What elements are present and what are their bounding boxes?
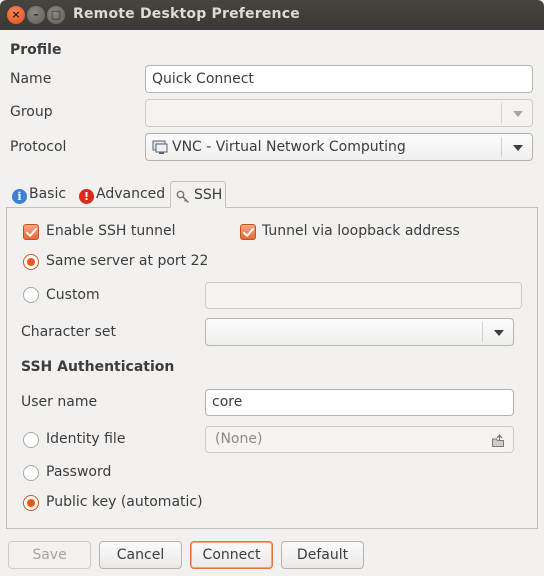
profile-heading: Profile xyxy=(10,42,62,58)
tunnel-loopback-checkbox[interactable] xyxy=(240,224,256,240)
chevron-down-icon xyxy=(513,145,523,151)
group-label: Group xyxy=(10,104,53,120)
protocol-combo-value: VNC - Virtual Network Computing xyxy=(172,139,406,155)
user-name-label: User name xyxy=(21,394,98,410)
character-set-combo[interactable] xyxy=(205,318,514,346)
cancel-button[interactable]: Cancel xyxy=(99,541,182,569)
public-key-label[interactable]: Public key (automatic) xyxy=(46,494,203,510)
ssh-authentication-heading: SSH Authentication xyxy=(21,359,175,375)
tab-basic-label: Basic xyxy=(29,186,67,202)
password-label[interactable]: Password xyxy=(46,464,111,480)
tab-advanced[interactable]: ! Advanced xyxy=(77,181,169,208)
custom-server-radio[interactable] xyxy=(23,287,39,303)
minimize-window-button[interactable]: – xyxy=(27,6,45,24)
enable-ssh-tunnel-label[interactable]: Enable SSH tunnel xyxy=(46,223,176,239)
tab-basic[interactable]: i Basic xyxy=(10,181,70,208)
group-combo-separator xyxy=(501,103,502,123)
close-window-button[interactable]: × xyxy=(7,6,25,24)
protocol-combo-separator xyxy=(501,137,502,157)
protocol-label: Protocol xyxy=(10,139,67,155)
character-set-separator xyxy=(482,322,483,342)
password-radio[interactable] xyxy=(23,465,39,481)
tab-ssh[interactable]: SSH xyxy=(170,181,226,208)
identity-file-label[interactable]: Identity file xyxy=(46,431,125,447)
checkmark-icon xyxy=(26,228,37,237)
window-title: Remote Desktop Preference xyxy=(73,6,300,22)
public-key-radio[interactable] xyxy=(23,495,39,511)
custom-server-input[interactable] xyxy=(205,282,522,309)
tab-ssh-label: SSH xyxy=(194,187,223,203)
identity-file-chooser[interactable]: (None) xyxy=(205,426,514,453)
name-input[interactable]: Quick Connect xyxy=(145,65,533,93)
enable-ssh-tunnel-checkbox[interactable] xyxy=(23,224,39,240)
name-label: Name xyxy=(10,71,52,87)
info-icon: i xyxy=(12,189,27,204)
group-combo[interactable] xyxy=(145,99,533,127)
monitor-icon xyxy=(152,140,168,159)
default-button[interactable]: Default xyxy=(281,541,364,569)
protocol-combo[interactable]: VNC - Virtual Network Computing xyxy=(145,133,533,161)
title-bar[interactable]: × – ▢ Remote Desktop Preference xyxy=(0,0,544,30)
chevron-down-icon xyxy=(513,111,523,117)
identity-file-value: (None) xyxy=(215,431,263,447)
checkmark-icon xyxy=(243,228,254,237)
remote-desktop-preference-window: × – ▢ Remote Desktop Preference Profile … xyxy=(0,0,544,576)
file-open-icon xyxy=(491,432,507,457)
tunnel-loopback-label[interactable]: Tunnel via loopback address xyxy=(262,223,460,239)
maximize-window-button[interactable]: ▢ xyxy=(47,6,65,24)
key-icon xyxy=(176,187,190,213)
chevron-down-icon xyxy=(494,330,504,336)
same-server-label[interactable]: Same server at port 22 xyxy=(46,253,208,269)
character-set-label: Character set xyxy=(21,324,116,340)
identity-file-radio[interactable] xyxy=(23,432,39,448)
same-server-radio[interactable] xyxy=(23,254,39,270)
custom-server-label[interactable]: Custom xyxy=(46,287,100,303)
connect-button[interactable]: Connect xyxy=(190,541,273,569)
tab-advanced-label: Advanced xyxy=(96,186,166,202)
warning-icon: ! xyxy=(79,189,94,204)
save-button[interactable]: Save xyxy=(8,541,91,569)
user-name-input[interactable]: core xyxy=(205,389,514,416)
